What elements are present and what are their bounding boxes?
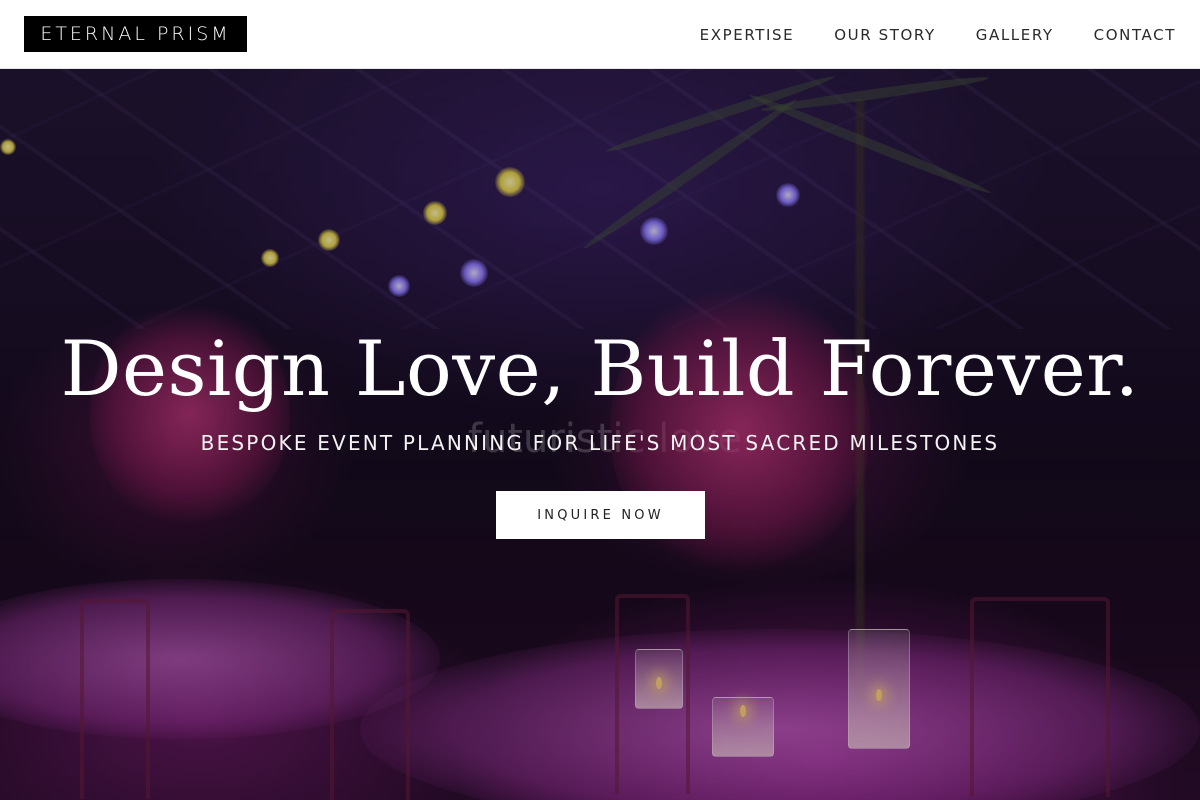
site-logo[interactable]: ETERNAL PRISM bbox=[24, 16, 247, 52]
inquire-now-button[interactable]: INQUIRE NOW bbox=[496, 491, 705, 539]
nav-item-our-story[interactable]: OUR STORY bbox=[834, 26, 936, 44]
nav-item-expertise[interactable]: EXPERTISE bbox=[700, 26, 795, 44]
nav-item-contact[interactable]: CONTACT bbox=[1094, 26, 1176, 44]
main-nav: EXPERTISE OUR STORY GALLERY CONTACT bbox=[700, 0, 1176, 69]
nav-item-gallery[interactable]: GALLERY bbox=[976, 26, 1054, 44]
hero-subtitle: BESPOKE EVENT PLANNING FOR LIFE'S MOST S… bbox=[200, 431, 1000, 455]
hero-section: futuristic love Design Love, Build Forev… bbox=[0, 69, 1200, 800]
hero-title: Design Love, Build Forever. bbox=[60, 324, 1140, 413]
site-header: ETERNAL PRISM EXPERTISE OUR STORY GALLER… bbox=[0, 0, 1200, 69]
